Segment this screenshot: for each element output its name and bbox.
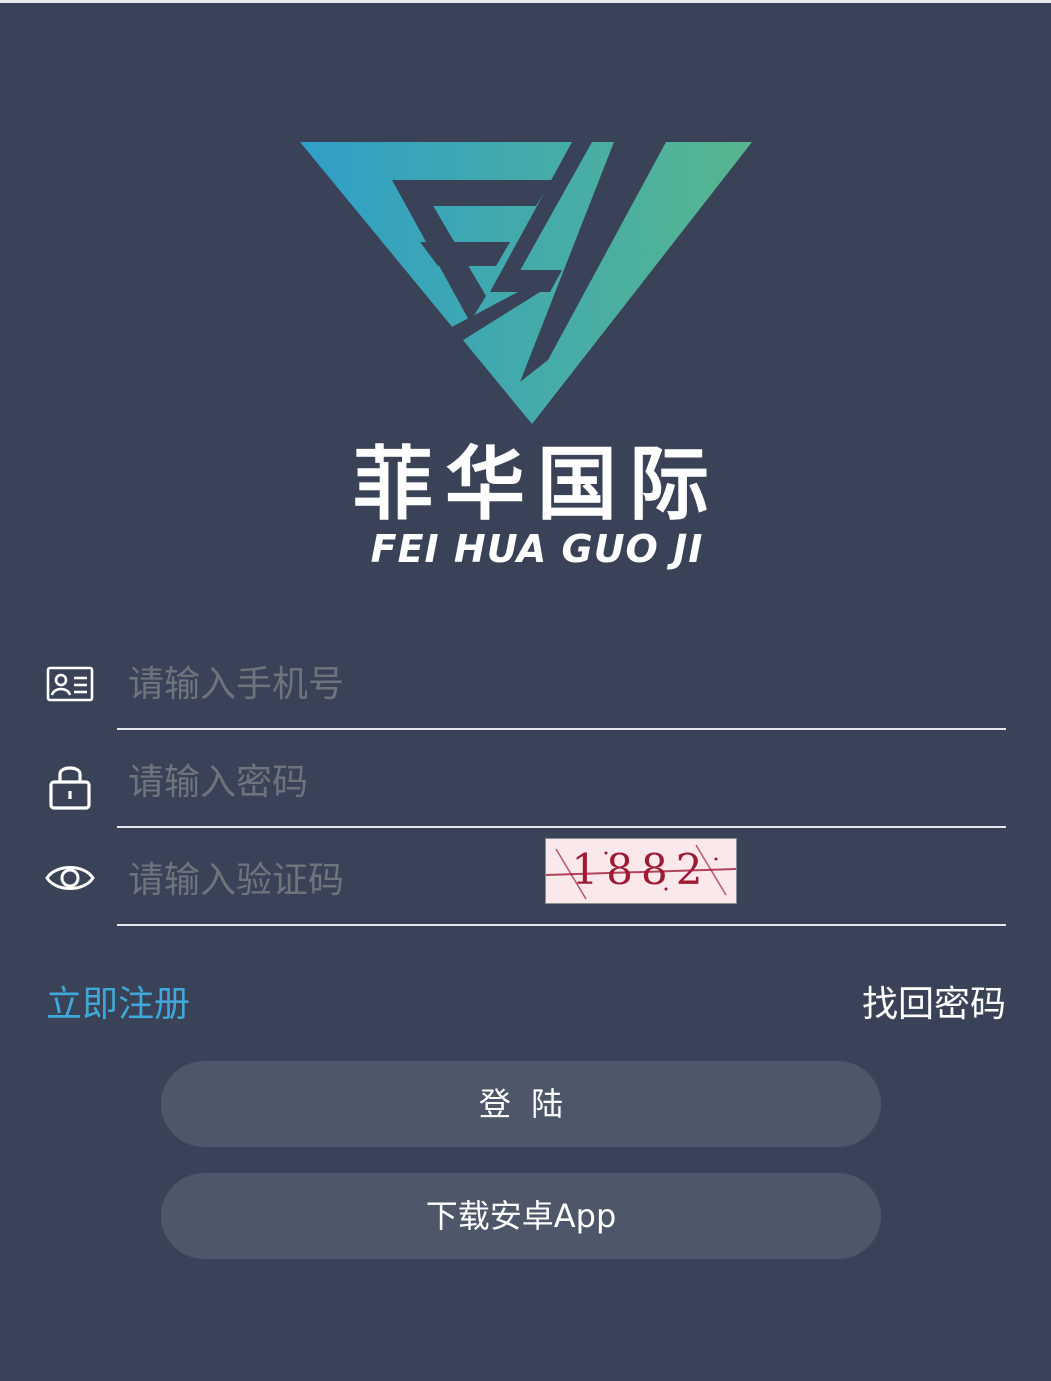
eye-icon	[44, 852, 96, 904]
find-password-link[interactable]: 找回密码	[862, 980, 1006, 1030]
top-strip	[0, 0, 1051, 3]
brand-logo-icon	[300, 142, 752, 424]
download-app-button[interactable]: 下载安卓App	[161, 1173, 881, 1259]
id-card-icon	[44, 658, 96, 710]
password-input[interactable]	[128, 752, 988, 812]
captcha-text: 1882	[571, 845, 711, 894]
phone-field-row	[0, 636, 1051, 734]
password-field-row	[0, 734, 1051, 832]
lock-icon	[44, 760, 96, 812]
captcha-image[interactable]: 1882	[545, 838, 737, 904]
login-button[interactable]: 登 陆	[161, 1061, 881, 1147]
password-underline	[117, 826, 1006, 828]
brand-name-en: FEI HUA GUO JI	[370, 527, 704, 571]
phone-underline	[117, 728, 1006, 730]
brand-name-cn: 菲华国际	[353, 438, 721, 531]
phone-input[interactable]	[128, 654, 988, 714]
register-link[interactable]: 立即注册	[46, 980, 190, 1030]
captcha-underline	[117, 924, 1006, 926]
captcha-field-row	[0, 832, 1051, 930]
captcha-input[interactable]	[128, 850, 528, 910]
